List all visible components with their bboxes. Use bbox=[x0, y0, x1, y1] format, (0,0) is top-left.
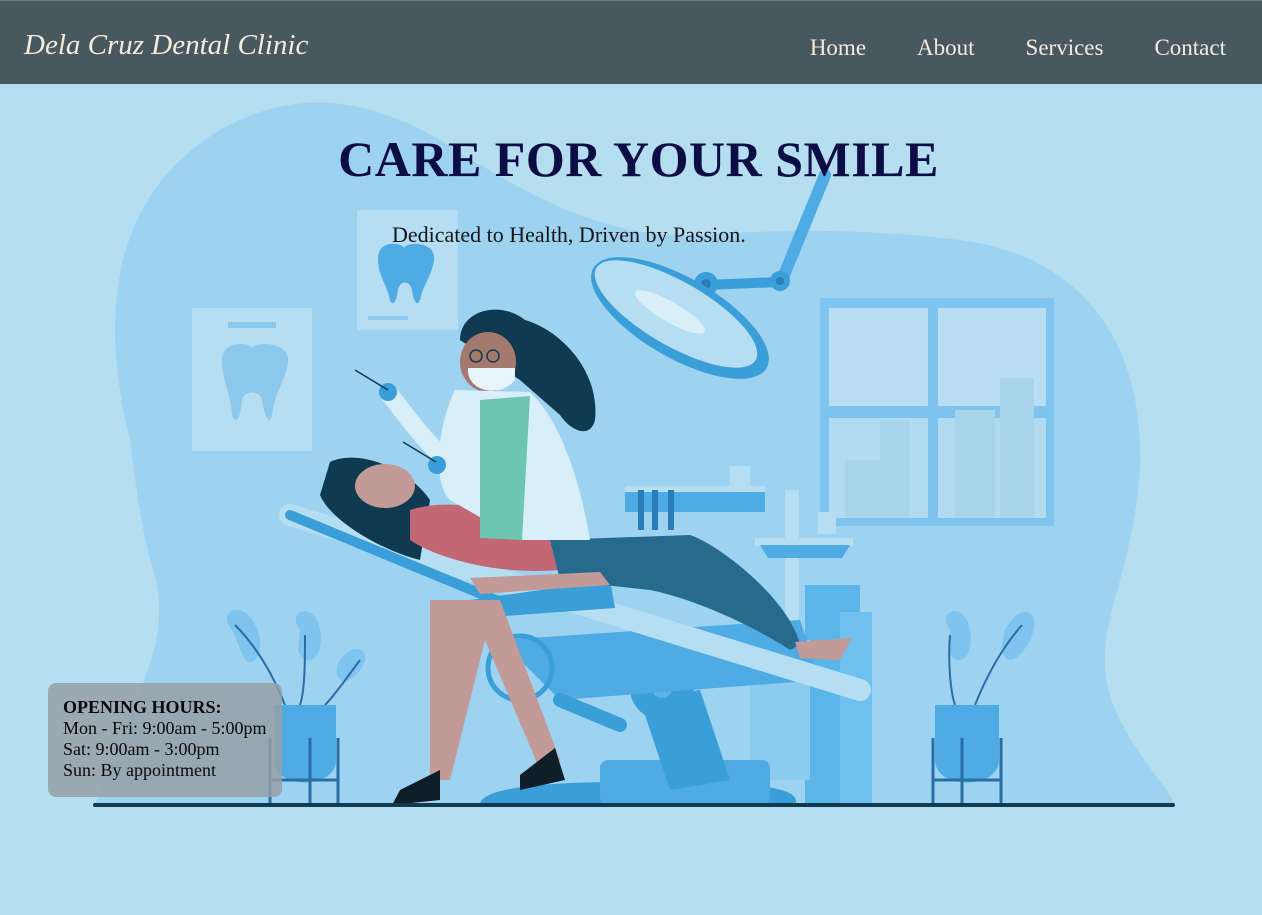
navbar: Dela Cruz Dental Clinic Home About Servi… bbox=[0, 0, 1262, 84]
opening-hours-title: OPENING HOURS: bbox=[63, 697, 222, 717]
nav-services[interactable]: Services bbox=[1026, 35, 1104, 61]
brand-logo[interactable]: Dela Cruz Dental Clinic bbox=[24, 29, 308, 62]
tooth-poster-icon bbox=[192, 308, 312, 451]
nav-about[interactable]: About bbox=[917, 35, 975, 61]
opening-hours-card: OPENING HOURS: Mon - Fri: 9:00am - 5:00p… bbox=[48, 683, 282, 797]
hero-tagline: Dedicated to Health, Driven by Passion. bbox=[392, 222, 746, 247]
nav-home[interactable]: Home bbox=[810, 35, 866, 61]
window bbox=[820, 298, 1054, 526]
hours-saturday: Sat: 9:00am - 3:00pm bbox=[63, 739, 220, 759]
hours-sunday: Sun: By appointment bbox=[63, 760, 216, 780]
nav-contact[interactable]: Contact bbox=[1154, 35, 1226, 61]
hours-weekdays: Mon - Fri: 9:00am - 5:00pm bbox=[63, 718, 267, 738]
hero-headline: CARE FOR YOUR SMILE bbox=[338, 131, 939, 187]
main-nav: Home About Services Contact bbox=[810, 35, 1226, 61]
